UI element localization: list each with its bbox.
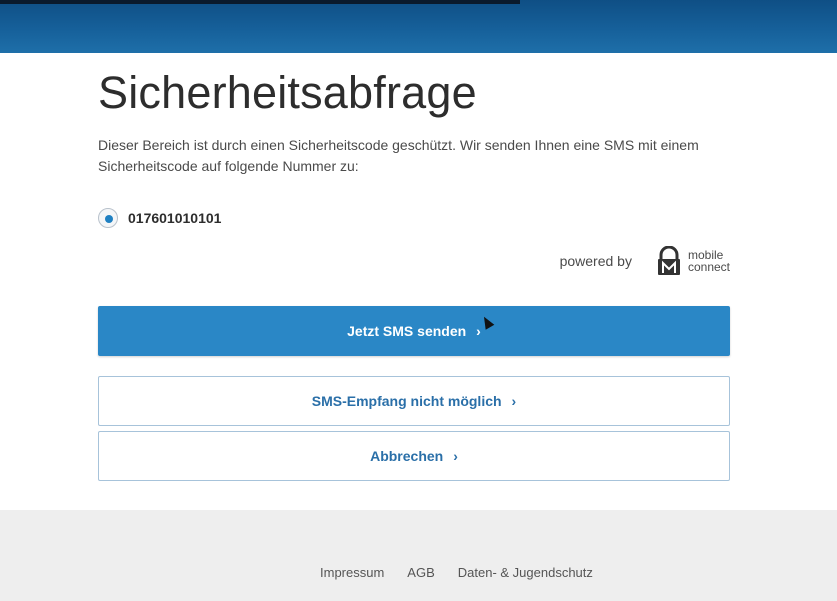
phone-number: 017601010101 xyxy=(128,210,222,226)
footer-links: Impressum AGB Daten- & Jugendschutz xyxy=(320,565,593,580)
chevron-right-icon: › xyxy=(511,393,517,409)
page-title: Sicherheitsabfrage xyxy=(98,67,477,118)
sms-not-possible-label: SMS-Empfang nicht möglich xyxy=(311,393,502,409)
cancel-label: Abbrechen xyxy=(370,448,444,464)
powered-by: powered by mobile connect xyxy=(560,245,730,277)
sms-not-possible-button[interactable]: SMS-Empfang nicht möglich › xyxy=(98,376,730,426)
footer-link-agb[interactable]: AGB xyxy=(407,565,434,580)
send-sms-button[interactable]: Jetzt SMS senden › xyxy=(98,306,730,356)
send-sms-label: Jetzt SMS senden xyxy=(347,323,467,339)
chevron-right-icon: › xyxy=(453,448,458,464)
mobile-connect-logo: mobile connect xyxy=(656,246,730,276)
powered-by-label: powered by xyxy=(559,253,632,269)
chevron-right-icon: › xyxy=(476,323,481,339)
mobile-connect-line2: connect xyxy=(687,260,730,274)
mobile-connect-icon xyxy=(657,246,680,275)
intro-text: Dieser Bereich ist durch einen Sicherhei… xyxy=(98,137,699,174)
phone-option[interactable]: 017601010101 xyxy=(98,208,221,228)
footer-link-datenschutz[interactable]: Daten- & Jugendschutz xyxy=(458,565,593,580)
phone-radio[interactable] xyxy=(98,208,118,228)
footer-link-impressum[interactable]: Impressum xyxy=(320,565,384,580)
footer: Impressum AGB Daten- & Jugendschutz xyxy=(0,510,837,601)
header-top-edge xyxy=(0,0,520,4)
cancel-button[interactable]: Abbrechen › xyxy=(98,431,730,481)
header-bar xyxy=(0,0,837,53)
